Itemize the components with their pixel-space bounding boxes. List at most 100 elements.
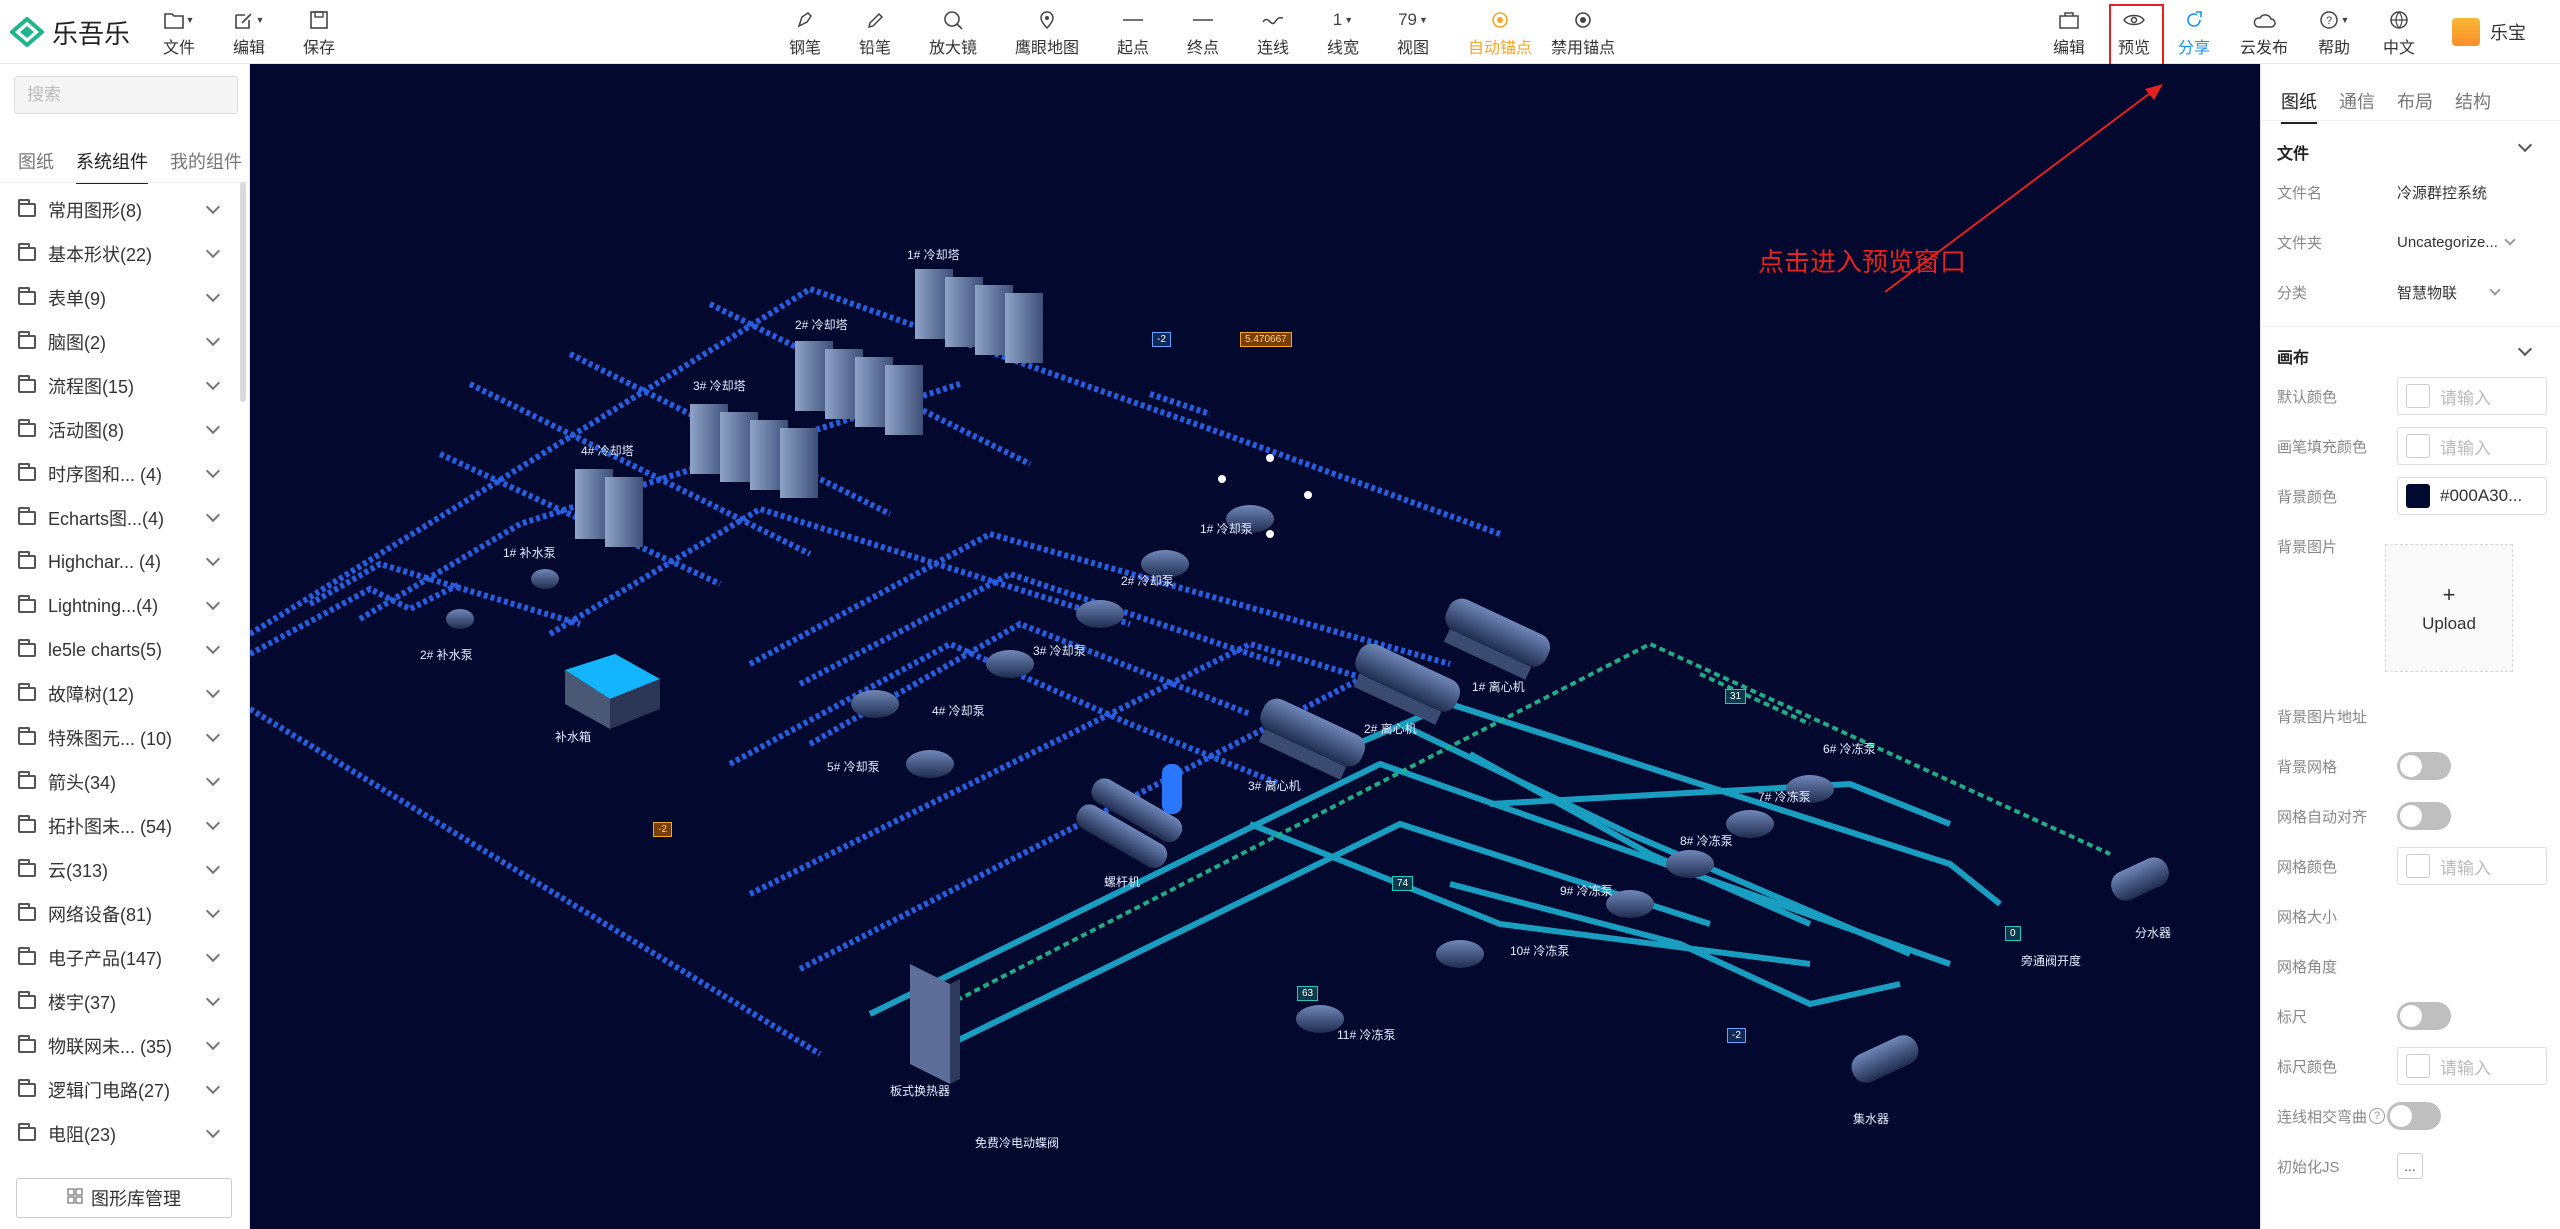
connector-tool[interactable]: 连线 xyxy=(1238,6,1308,60)
chevron-down-icon[interactable] xyxy=(205,639,221,655)
category-item[interactable]: Highchar... (4) xyxy=(0,540,240,584)
ruler-color-input[interactable]: 请输入 xyxy=(2397,1047,2547,1085)
cloud-publish-button[interactable]: 云发布 xyxy=(2229,6,2299,60)
chevron-down-icon[interactable] xyxy=(205,243,221,259)
chevron-down-icon[interactable] xyxy=(205,1035,221,1051)
auto-anchor-toggle[interactable]: 自动锚点 xyxy=(1465,6,1535,60)
drawing-canvas[interactable]: 点击进入预览窗口 1# 冷却塔 2# 冷却塔 3# 冷却塔 4# 冷却塔 1# … xyxy=(250,64,2260,1229)
scrollbar[interactable] xyxy=(240,182,246,402)
library-manage-button[interactable]: 图形库管理 xyxy=(16,1178,232,1218)
magnifier-tool[interactable]: 放大镜 xyxy=(918,6,988,60)
brush-fill-input[interactable]: 请输入 xyxy=(2397,427,2547,465)
line-width-select[interactable]: 1 ▼ 线宽 xyxy=(1308,6,1378,60)
chevron-down-icon[interactable] xyxy=(205,727,221,743)
category-item[interactable]: 活动图(8) xyxy=(0,408,240,452)
default-color-input[interactable]: 请输入 xyxy=(2397,377,2547,415)
category-item[interactable]: 特殊图元... (10) xyxy=(0,716,240,760)
edit-mode-icon xyxy=(2058,6,2080,34)
category-item[interactable]: 表单(9) xyxy=(0,276,240,320)
disable-anchor-toggle[interactable]: 禁用锚点 xyxy=(1548,6,1618,60)
chevron-down-icon[interactable] xyxy=(205,463,221,479)
category-item[interactable]: 拓扑图未... (54) xyxy=(0,804,240,848)
category-item[interactable]: 常用图形(8) xyxy=(0,188,240,232)
save-button[interactable]: 保存 xyxy=(284,6,354,60)
tab-system-components[interactable]: 系统组件 xyxy=(76,148,148,184)
category-item[interactable]: Lightning...(4) xyxy=(0,584,240,628)
chevron-down-icon[interactable] xyxy=(205,375,221,391)
chevron-down-icon[interactable] xyxy=(205,947,221,963)
category-item[interactable]: le5le charts(5) xyxy=(0,628,240,672)
tab-layout[interactable]: 布局 xyxy=(2397,88,2433,124)
language-button[interactable]: 中文 xyxy=(2364,6,2434,60)
tab-drawings[interactable]: 图纸 xyxy=(18,148,54,184)
folder-select[interactable]: Uncategorize... xyxy=(2397,234,2516,251)
tab-drawing[interactable]: 图纸 xyxy=(2281,88,2317,124)
tab-structure[interactable]: 结构 xyxy=(2455,88,2491,124)
init-js-button[interactable]: ... xyxy=(2397,1153,2423,1179)
chevron-down-icon[interactable] xyxy=(205,859,221,875)
chevron-down-icon[interactable] xyxy=(205,991,221,1007)
chevron-down-icon[interactable] xyxy=(205,771,221,787)
tab-communication[interactable]: 通信 xyxy=(2339,88,2375,124)
upload-button[interactable]: + Upload xyxy=(2385,544,2513,672)
category-item[interactable]: 网络设备(81) xyxy=(0,892,240,936)
edit-menu-button[interactable]: ▼ 编辑 xyxy=(214,6,284,60)
chevron-down-icon[interactable] xyxy=(2517,137,2533,153)
end-point-tool[interactable]: 终点 xyxy=(1168,6,1238,60)
category-item[interactable]: 云(313) xyxy=(0,848,240,892)
chevron-down-icon[interactable] xyxy=(205,331,221,347)
chevron-down-icon[interactable] xyxy=(205,815,221,831)
ruler-toggle[interactable] xyxy=(2397,1002,2451,1030)
bg-color-input[interactable]: #000A30... xyxy=(2397,477,2547,515)
edit-mode-button[interactable]: 编辑 xyxy=(2034,6,2104,60)
chevron-down-icon[interactable] xyxy=(2517,341,2533,357)
chevron-down-icon[interactable] xyxy=(205,1079,221,1095)
canvas-section-title[interactable]: 画布 xyxy=(2277,344,2309,368)
line-cross-toggle[interactable] xyxy=(2387,1102,2442,1130)
chevron-down-icon[interactable] xyxy=(205,683,221,699)
grid-color-input[interactable]: 请输入 xyxy=(2397,847,2547,885)
chevron-down-icon[interactable] xyxy=(205,507,221,523)
eagle-map-tool[interactable]: 鹰眼地图 xyxy=(1012,6,1082,60)
category-item[interactable]: 故障树(12) xyxy=(0,672,240,716)
pen-tool[interactable]: 钢笔 xyxy=(770,6,840,60)
view-zoom-select[interactable]: 79 ▼ 视图 xyxy=(1378,6,1448,60)
bg-grid-toggle[interactable] xyxy=(2397,752,2451,780)
chevron-down-icon[interactable] xyxy=(205,1123,221,1139)
chevron-down-icon[interactable] xyxy=(205,595,221,611)
chevron-down-icon[interactable] xyxy=(205,199,221,215)
tab-my-components[interactable]: 我的组件 xyxy=(170,148,242,184)
start-point-tool[interactable]: 起点 xyxy=(1098,6,1168,60)
share-button[interactable]: 分享 xyxy=(2159,6,2229,60)
category-select[interactable]: 智慧物联 xyxy=(2397,282,2501,303)
search-input[interactable]: 搜索 xyxy=(14,76,238,114)
save-icon xyxy=(309,6,329,34)
help-icon[interactable]: ? xyxy=(2369,1108,2386,1124)
app-logo[interactable]: 乐吾乐 xyxy=(10,12,130,52)
category-item[interactable]: 逻辑门电路(27) xyxy=(0,1068,240,1112)
category-item[interactable]: 脑图(2) xyxy=(0,320,240,364)
grid-align-toggle[interactable] xyxy=(2397,802,2451,830)
category-item[interactable]: 时序图和... (4) xyxy=(0,452,240,496)
chevron-down-icon[interactable] xyxy=(205,419,221,435)
file-section-title[interactable]: 文件 xyxy=(2277,140,2309,164)
grid-size-label: 网格大小 xyxy=(2277,908,2338,926)
category-item[interactable]: 箭头(34) xyxy=(0,760,240,804)
category-item[interactable]: Echarts图...(4) xyxy=(0,496,240,540)
file-name-field[interactable]: 冷源群控系统 xyxy=(2397,182,2487,203)
category-item[interactable]: 电阻(23) xyxy=(0,1112,240,1156)
category-item[interactable]: 电子产品(147) xyxy=(0,936,240,980)
category-item[interactable]: 基本形状(22) xyxy=(0,232,240,276)
chevron-down-icon[interactable] xyxy=(205,903,221,919)
file-menu-button[interactable]: ▼ 文件 xyxy=(144,6,214,60)
plate-heat-exchanger xyxy=(910,964,960,1084)
category-item[interactable]: 楼宇(37) xyxy=(0,980,240,1024)
pencil-tool[interactable]: 铅笔 xyxy=(840,6,910,60)
chevron-down-icon[interactable] xyxy=(205,551,221,567)
category-item[interactable]: 物联网未... (35) xyxy=(0,1024,240,1068)
top-toolbar: 乐吾乐 ▼ 文件 ▼ 编辑 保存 钢笔 铅笔 放大镜 鹰眼地图 起点 终点 连线… xyxy=(0,0,2560,72)
user-menu[interactable]: 乐宝 xyxy=(2452,14,2526,50)
category-item[interactable]: 流程图(15) xyxy=(0,364,240,408)
chevron-down-icon[interactable] xyxy=(205,287,221,303)
help-menu-button[interactable]: ? ▼ 帮助 xyxy=(2299,6,2369,60)
